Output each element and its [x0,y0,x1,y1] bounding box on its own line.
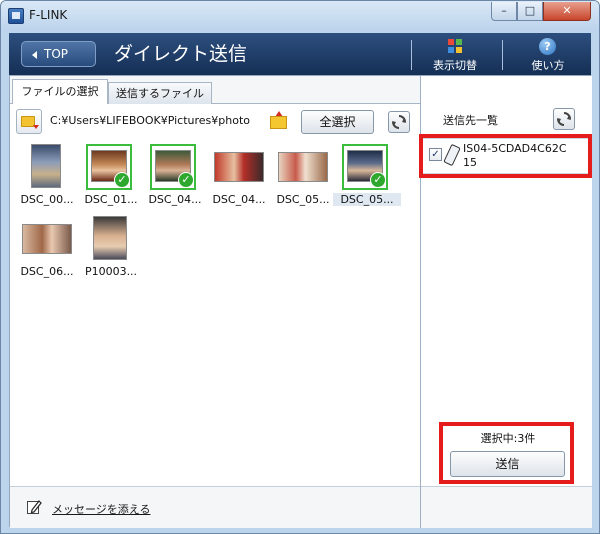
right-footer [421,486,592,528]
file-thumbnail[interactable]: P10003... [81,216,141,281]
path-bar: C:¥Users¥LIFEBOOK¥Pictures¥photo 全選択 [10,104,420,140]
file-name: DSC_06... [20,265,74,278]
checkmark-icon: ✓ [114,172,130,188]
grid-icon [448,39,462,53]
top-button-label: TOP [44,47,69,61]
refresh-icon [557,112,571,126]
file-thumbnail[interactable]: DSC_04... [209,144,269,209]
file-name: DSC_01... [84,193,138,206]
file-name: DSC_04... [148,193,202,206]
file-name: DSC_00... [20,193,74,206]
view-toggle-button[interactable]: 表示切替 [422,37,488,73]
highlight-box [439,422,574,484]
minimize-button[interactable]: – [491,2,517,21]
folder-path: C:¥Users¥LIFEBOOK¥Pictures¥photo [50,114,251,127]
header-divider [411,40,412,70]
app-header: TOP ダイレクト送信 表示切替 ? 使い方 [9,33,591,75]
file-name: DSC_05... [276,193,330,206]
file-name: DSC_05... [333,193,401,206]
title-bar: F-LINK – □ ✕ [1,1,599,31]
open-folder-icon [270,116,287,129]
add-message-label: メッセージを添える [52,503,151,516]
photo-image [93,216,127,260]
page-title: ダイレクト送信 [114,43,248,65]
file-name: P10003... [84,265,138,278]
destination-list-title: 送信先一覧 [443,114,498,127]
select-all-button[interactable]: 全選択 [301,110,374,134]
file-thumbnail[interactable]: DSC_00... [17,144,77,209]
photo-image [278,152,328,182]
file-name: DSC_04... [212,193,266,206]
close-button[interactable]: ✕ [543,2,591,21]
file-thumbnail[interactable]: DSC_05... [273,144,333,209]
tab-send-files[interactable]: 送信するファイル [108,82,212,104]
photo-image [214,152,264,182]
highlight-box [419,134,592,178]
photo-image [31,144,61,188]
tab-bar: ファイルの選択 送信するファイル [10,76,420,105]
file-thumbnail[interactable]: ✓ DSC_05... [333,144,401,209]
left-footer: メッセージを添える [10,486,420,528]
refresh-icon [392,115,406,129]
file-panel: ファイルの選択 送信するファイル C:¥Users¥LIFEBOOK¥Pictu… [10,76,420,528]
window-title: F-LINK [29,8,68,22]
back-arrow-icon [32,51,37,59]
photo-image [22,224,72,254]
help-label: 使い方 [531,59,565,72]
pen-icon [27,500,42,514]
open-folder-button[interactable] [268,110,290,132]
header-divider [502,40,503,70]
tab-file-select[interactable]: ファイルの選択 [12,79,108,105]
file-thumbnail[interactable]: ✓ DSC_01... [81,144,141,209]
refresh-files-button[interactable] [388,111,410,133]
top-button[interactable]: TOP [21,41,96,67]
view-toggle-label: 表示切替 [433,59,477,72]
file-thumbnail[interactable]: ✓ DSC_04... [145,144,205,209]
help-button[interactable]: ? 使い方 [515,37,581,73]
help-icon: ? [539,38,556,55]
app-icon [8,8,24,24]
destination-panel: 送信先一覧 ✓ IS04-5CDAD4C62C15 選択中:3件 送信 [419,76,592,528]
thumbnail-grid: DSC_00... ✓ DSC_01... ✓ DSC_04... DSC_04… [10,140,420,486]
checkmark-icon: ✓ [178,172,194,188]
app-window: F-LINK – □ ✕ TOP ダイレクト送信 表示切替 ? 使い方 ファイル… [0,0,600,534]
checkmark-icon: ✓ [370,172,386,188]
file-thumbnail[interactable]: DSC_06... [17,216,77,281]
add-message-link[interactable]: メッセージを添える [26,499,176,517]
dropdown-arrow-icon [33,125,39,129]
main-content: ファイルの選択 送信するファイル C:¥Users¥LIFEBOOK¥Pictu… [9,75,592,528]
folder-select-button[interactable] [16,109,42,134]
maximize-button[interactable]: □ [517,2,543,21]
refresh-destinations-button[interactable] [553,108,575,130]
